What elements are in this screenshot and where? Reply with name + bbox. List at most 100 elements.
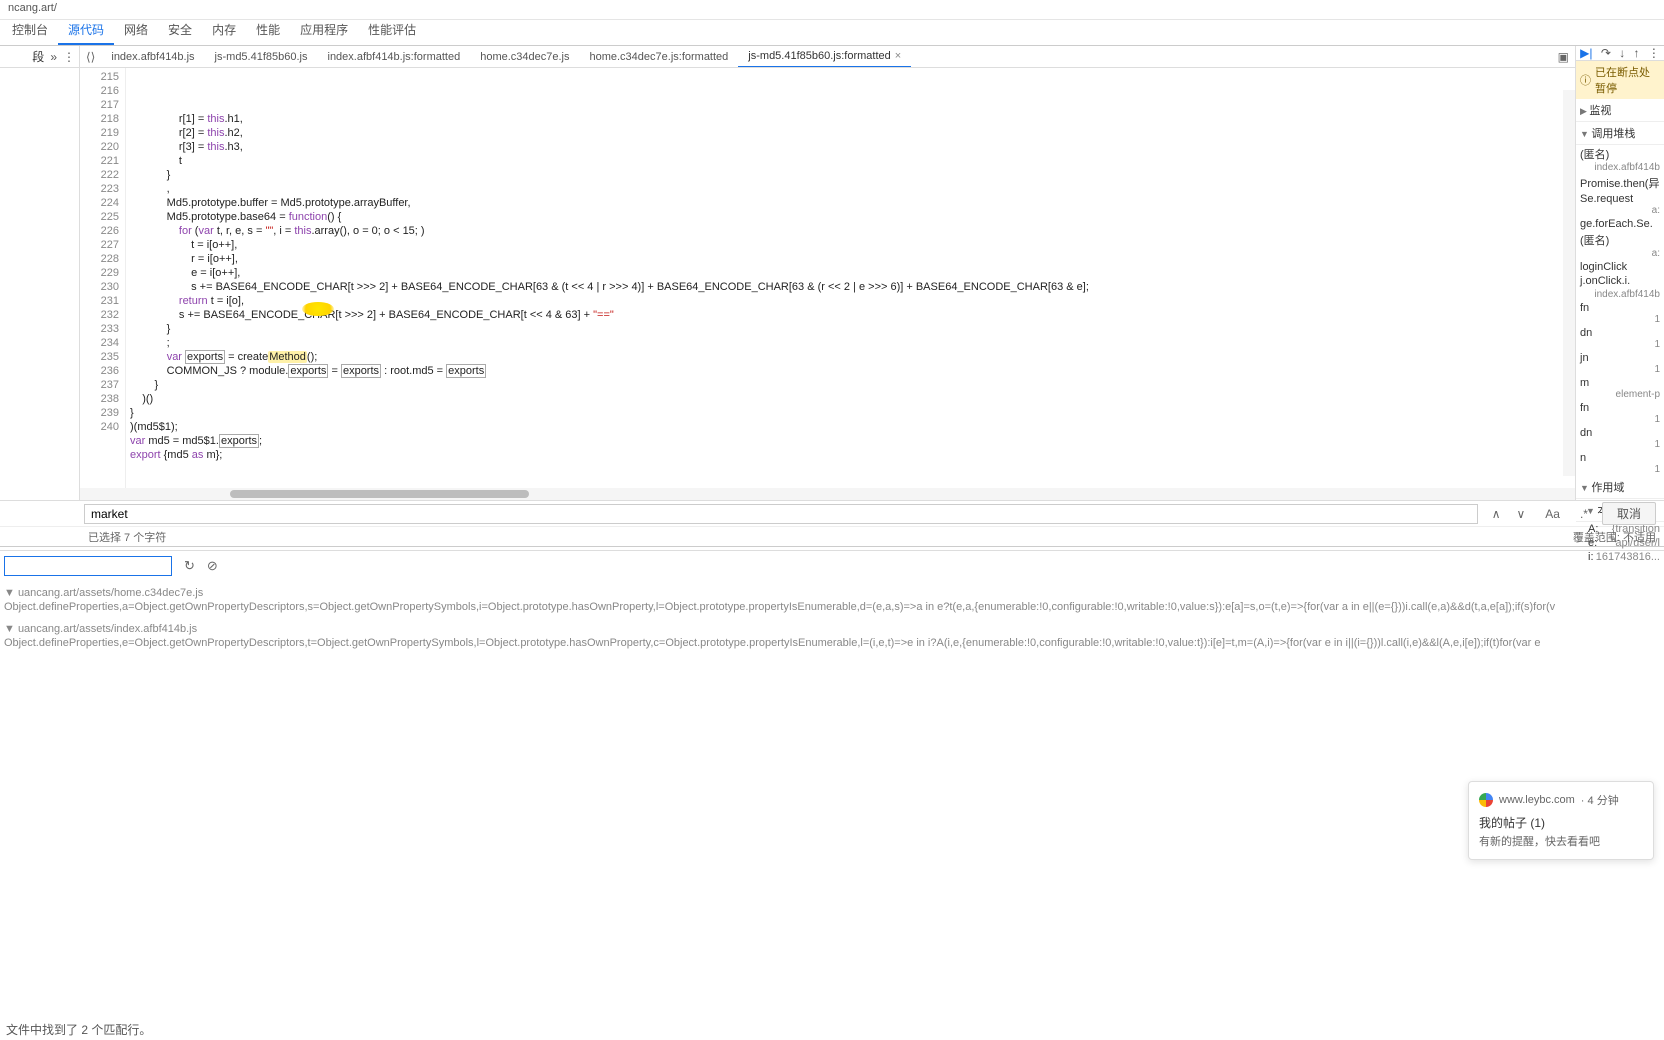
line-number[interactable]: 222 [82,168,119,182]
result-file-link[interactable]: ▼ uancang.art/assets/index.afbf414b.js [0,621,1664,637]
line-number[interactable]: 237 [82,378,119,392]
line-number[interactable]: 215 [82,70,119,84]
callstack-frame[interactable]: melement-p [1576,376,1664,401]
line-number[interactable]: 235 [82,350,119,364]
find-prev-icon[interactable]: ∧ [1486,505,1507,523]
code-line[interactable]: for (var t, r, e, s = "", i = this.array… [130,224,1571,238]
code-line[interactable]: s += BASE64_ENCODE_CHAR[t >>> 2] + BASE6… [130,308,1571,322]
code-line[interactable]: } [130,406,1571,420]
line-number[interactable]: 229 [82,266,119,280]
result-line[interactable]: Object.defineProperties,a=Object.getOwnP… [0,601,1664,621]
line-number[interactable]: 216 [82,84,119,98]
clear-icon[interactable]: ⊘ [207,558,218,574]
file-tab-2[interactable]: index.afbf414b.js:formatted [318,46,471,68]
code-line[interactable]: s += BASE64_ENCODE_CHAR[t >>> 2] + BASE6… [130,280,1571,294]
scope-pane-header[interactable]: 作用域 [1576,476,1664,499]
line-number[interactable]: 224 [82,196,119,210]
callstack-frame[interactable]: n1 [1576,451,1664,476]
code-line[interactable]: )() [130,392,1571,406]
code-line[interactable]: return t = i[o], [130,294,1571,308]
callstack-frame[interactable]: ge.forEach.Se. [1576,217,1664,231]
watch-pane-header[interactable]: 监视 [1576,99,1664,122]
file-tab-5[interactable]: js-md5.41f85b60.js:formatted× [738,46,911,68]
step-into-icon[interactable]: ↓ [1619,46,1625,60]
line-number[interactable]: 225 [82,210,119,224]
callstack-frame[interactable]: (匿名)index.afbf414b [1576,145,1664,174]
line-number[interactable]: 240 [82,420,119,434]
tab-security[interactable]: 安全 [158,16,202,45]
file-tab-3[interactable]: home.c34dec7e.js [470,46,579,68]
code-line[interactable]: export {md5 as m}; [130,448,1571,462]
match-case-toggle[interactable]: Aa [1539,505,1566,523]
line-number[interactable]: 221 [82,154,119,168]
line-number[interactable]: 231 [82,294,119,308]
step-over-icon[interactable]: ↷ [1601,46,1611,60]
search-filter-input[interactable] [4,556,172,576]
find-cancel-button[interactable]: 取消 [1602,502,1656,525]
line-number[interactable]: 234 [82,336,119,350]
line-number[interactable]: 219 [82,126,119,140]
line-number[interactable]: 220 [82,140,119,154]
file-tab-1[interactable]: js-md5.41f85b60.js [205,46,318,68]
tab-history-icon[interactable]: ⟨⟩ [80,50,101,64]
find-input[interactable] [84,504,1478,524]
code-line[interactable]: var md5 = md5$1.exports; [130,434,1571,448]
line-number[interactable]: 233 [82,322,119,336]
callstack-frame[interactable]: dn1 [1576,426,1664,451]
line-number[interactable]: 230 [82,280,119,294]
code-line[interactable]: )(md5$1); [130,420,1571,434]
tab-sources[interactable]: 源代码 [58,16,114,45]
callstack-frame[interactable]: loginClick [1576,260,1664,274]
result-file-link[interactable]: ▼ uancang.art/assets/home.c34dec7e.js [0,585,1664,601]
callstack-frame[interactable]: Promise.then(异 [1576,174,1664,192]
line-number[interactable]: 217 [82,98,119,112]
code-line[interactable]: } [130,168,1571,182]
tab-application[interactable]: 应用程序 [290,16,358,45]
code-line[interactable]: r[2] = this.h2, [130,126,1571,140]
code-line[interactable]: Md5.prototype.buffer = Md5.prototype.arr… [130,196,1571,210]
file-tab-4[interactable]: home.c34dec7e.js:formatted [579,46,738,68]
code-line[interactable]: t [130,154,1571,168]
line-number[interactable]: 236 [82,364,119,378]
line-number[interactable]: 218 [82,112,119,126]
line-number[interactable]: 223 [82,182,119,196]
tab-console[interactable]: 控制台 [2,16,58,45]
code-line[interactable]: COMMON_JS ? module.exports = exports : r… [130,364,1571,378]
tab-lighthouse[interactable]: 性能评估 [358,16,426,45]
code-line[interactable]: e = i[o++], [130,266,1571,280]
code-line[interactable]: ; [130,336,1571,350]
code-line[interactable] [130,462,1571,476]
code-content[interactable]: r[1] = this.h1, r[2] = this.h2, r[3] = t… [126,68,1575,488]
code-line[interactable]: var exports = createMethod(); [130,350,1571,364]
line-number[interactable]: 238 [82,392,119,406]
code-editor[interactable]: 215216217218219220221222223224225226227 2… [80,68,1575,488]
callstack-frame[interactable]: dn1 [1576,326,1664,351]
code-line[interactable]: } [130,322,1571,336]
tab-network[interactable]: 网络 [114,16,158,45]
close-icon[interactable]: × [895,46,901,67]
callstack-frame[interactable]: fn1 [1576,401,1664,426]
callstack-pane-header[interactable]: 调用堆栈 [1576,122,1664,145]
callstack-frame[interactable]: Se.requesta: [1576,192,1664,217]
debug-more-icon[interactable]: ⋮ [1648,46,1660,60]
tab-performance[interactable]: 性能 [246,16,290,45]
line-number[interactable]: 227 [82,238,119,252]
chevron-right-icon[interactable]: » [50,50,57,64]
code-line[interactable]: } [130,378,1571,392]
line-number[interactable]: 239 [82,406,119,420]
callstack-frame[interactable]: j.onClick.i. [1576,274,1664,288]
callstack-frame[interactable]: jn1 [1576,351,1664,376]
file-tab-0[interactable]: index.afbf414b.js [101,46,204,68]
callstack-frame[interactable]: (匿名)a: [1576,231,1664,260]
horizontal-scrollbar[interactable] [80,488,1575,500]
code-line[interactable]: t = i[o++], [130,238,1571,252]
code-line[interactable]: r[1] = this.h1, [130,112,1571,126]
resume-icon[interactable]: ▶| [1580,46,1592,60]
more-icon[interactable]: ⋮ [63,50,75,64]
code-line[interactable]: , [130,182,1571,196]
line-number[interactable]: 226 [82,224,119,238]
refresh-icon[interactable]: ↻ [184,558,195,574]
line-number[interactable]: 232 [82,308,119,322]
code-line[interactable]: r = i[o++], [130,252,1571,266]
find-next-icon[interactable]: ∨ [1510,505,1531,523]
